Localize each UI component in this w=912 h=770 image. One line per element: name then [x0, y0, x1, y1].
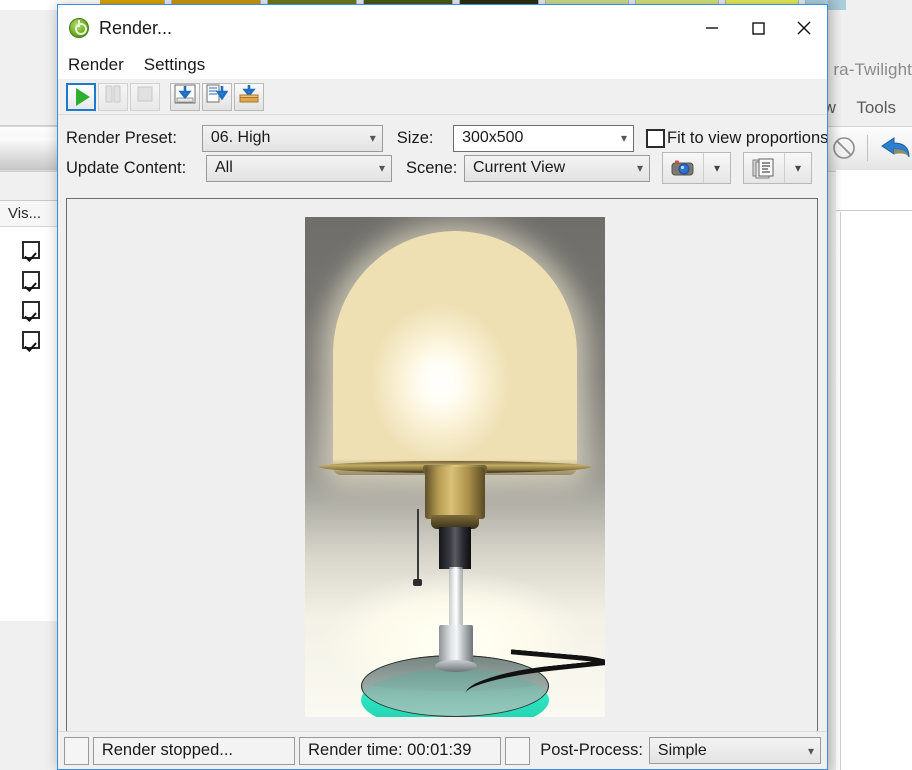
pause-icon	[103, 85, 123, 108]
save-image-button[interactable]	[170, 82, 200, 111]
close-button[interactable]	[781, 5, 827, 51]
fit-to-view-row[interactable]: Fit to view proportions	[646, 128, 827, 148]
background-panel-divider-2	[0, 170, 62, 171]
background-window-title: ra-Twilight	[833, 60, 912, 79]
chevron-down-icon: ▾	[636, 161, 643, 175]
chevron-down-icon: ▾	[378, 161, 385, 175]
chevron-down-icon[interactable]: ▾	[784, 153, 811, 183]
background-menu-item-tools[interactable]: Tools	[856, 98, 896, 117]
lamp-neck	[439, 527, 471, 569]
post-process-label: Post-Process:	[540, 741, 643, 759]
save-all-icon	[206, 84, 229, 109]
play-icon	[75, 87, 90, 106]
camera-split-button[interactable]: ▾	[662, 152, 731, 184]
background-right-card	[840, 212, 912, 770]
outliner-row[interactable]	[0, 235, 62, 265]
menu-item-settings[interactable]: Settings	[144, 55, 205, 75]
visibility-checkbox[interactable]	[22, 301, 40, 319]
post-process-select[interactable]: Simple ▾	[648, 737, 822, 764]
size-label: Size:	[396, 128, 434, 147]
render-time-field: Render time: 00:01:39	[299, 736, 502, 765]
render-canvas[interactable]	[66, 198, 818, 732]
minimize-button[interactable]	[689, 5, 735, 51]
fit-to-view-label: Fit to view proportions	[667, 128, 827, 147]
lamp-socket	[425, 467, 485, 519]
update-content-select[interactable]: All ▾	[206, 154, 392, 182]
visibility-checkbox[interactable]	[22, 241, 40, 259]
chevron-down-icon: ▾	[807, 743, 815, 758]
pages-icon	[744, 157, 784, 179]
window-controls	[689, 5, 827, 51]
outliner-column-header[interactable]: Vis...	[0, 201, 62, 227]
render-preset-label: Render Preset:	[66, 128, 177, 147]
render-dialog-window: Render... Render Settings Render Preset:…	[57, 4, 828, 770]
dialog-menubar: Render Settings	[58, 51, 827, 79]
scene-value: Current View	[473, 159, 566, 176]
pause-render-button[interactable]	[98, 82, 128, 111]
size-value: 300x500	[462, 129, 524, 146]
lamp-pull-knob	[413, 579, 422, 586]
chevron-down-icon[interactable]: ▾	[703, 153, 730, 183]
dialog-statusbar: Render stopped... Render time: 00:01:39 …	[58, 731, 827, 769]
chevron-down-icon: ▾	[369, 131, 376, 145]
render-status-field: Render stopped...	[92, 736, 296, 765]
save-all-button[interactable]	[202, 82, 232, 111]
save-image-icon	[174, 84, 196, 109]
lamp-pull-chain	[417, 509, 419, 581]
camera-icon	[663, 158, 703, 178]
visibility-checkbox[interactable]	[22, 271, 40, 289]
background-right-divider	[836, 210, 912, 211]
start-render-button[interactable]	[66, 82, 96, 111]
outliner-rows	[0, 227, 62, 355]
outliner-row[interactable]	[0, 325, 62, 355]
fit-to-view-checkbox[interactable]	[646, 128, 665, 148]
outliner-panel: Vis...	[0, 200, 62, 621]
toolbar-divider	[867, 135, 868, 161]
maximize-button[interactable]	[735, 5, 781, 51]
scene-select[interactable]: Current View ▾	[464, 154, 650, 182]
scene-label: Scene:	[406, 158, 458, 177]
screen-root: ra-Twilight w Tools Vis... Render... Ren…	[0, 0, 912, 770]
outliner-row[interactable]	[0, 265, 62, 295]
archive-box-icon	[238, 84, 260, 109]
pages-split-button[interactable]: ▾	[743, 152, 812, 184]
options-row-2: Update Content: All ▾ Scene: Current Vie…	[66, 152, 827, 184]
lamp-shade	[333, 231, 577, 475]
window-title: Render...	[99, 17, 173, 38]
post-process-indicator-box	[505, 736, 531, 765]
background-panel-divider	[0, 125, 62, 126]
stop-render-button[interactable]	[130, 82, 160, 111]
archive-button[interactable]	[234, 82, 264, 111]
no-entry-icon[interactable]	[831, 135, 857, 161]
render-preset-select[interactable]: 06. High ▾	[201, 124, 383, 152]
update-content-label: Update Content:	[66, 158, 187, 177]
update-content-value: All	[215, 159, 233, 176]
rendered-lamp-image[interactable]	[305, 217, 605, 717]
lamp-base-collar	[439, 625, 473, 665]
background-panel-gradient	[0, 138, 62, 170]
options-row-1: Render Preset: 06. High ▾ Size: 300x500 …	[66, 123, 827, 153]
visibility-checkbox[interactable]	[22, 331, 40, 349]
size-select[interactable]: 300x500 ▾	[453, 124, 634, 152]
post-process-value: Simple	[657, 741, 707, 759]
background-menubar: w Tools	[824, 98, 912, 118]
background-toolbar-icons	[831, 128, 912, 168]
dialog-toolbar	[58, 79, 827, 115]
render-options-panel: Render Preset: 06. High ▾ Size: 300x500 …	[58, 115, 827, 184]
stop-icon	[136, 85, 154, 108]
window-titlebar[interactable]: Render...	[58, 5, 827, 51]
undo-arrow-icon[interactable]	[878, 134, 912, 162]
outliner-row[interactable]	[0, 295, 62, 325]
menu-item-render[interactable]: Render	[68, 55, 124, 75]
lamp-base-collar-ring	[435, 660, 477, 672]
twilight-render-icon	[69, 18, 89, 38]
chevron-down-icon: ▾	[620, 131, 627, 145]
render-preset-value: 06. High	[210, 129, 271, 146]
status-indicator-box	[64, 736, 89, 765]
